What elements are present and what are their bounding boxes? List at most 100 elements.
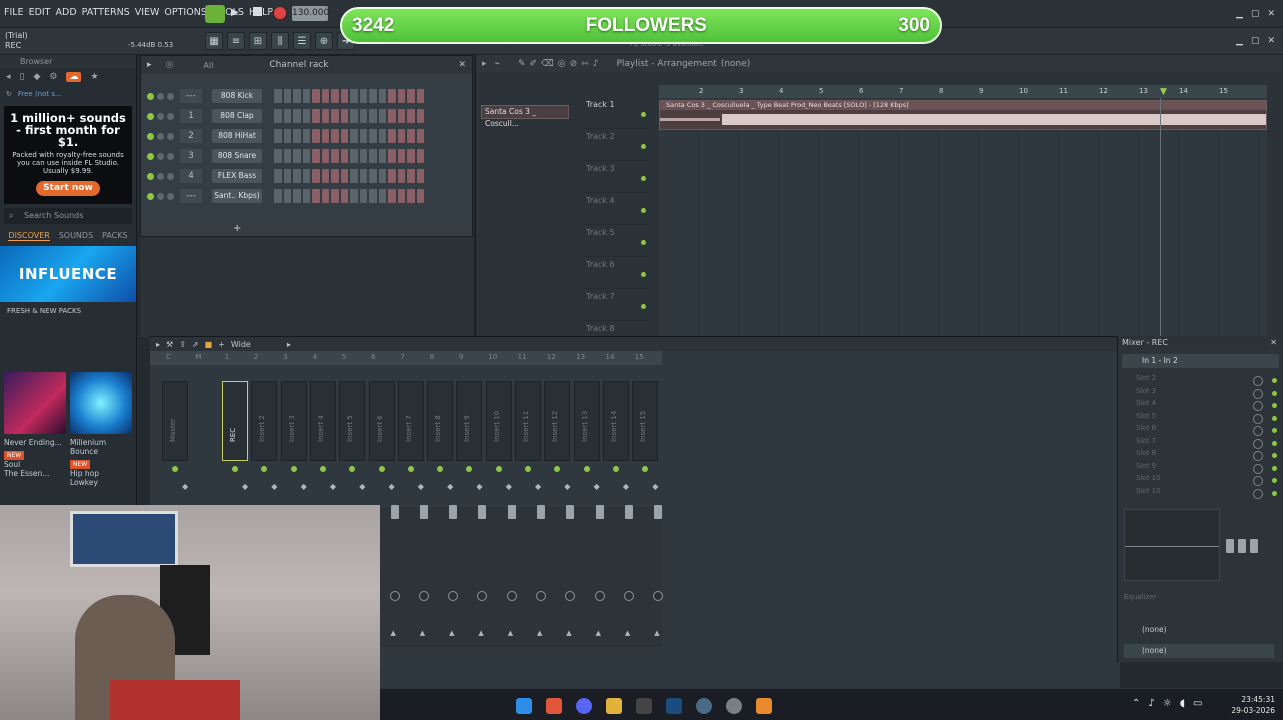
step-button[interactable] — [388, 189, 396, 203]
arrow-right-icon[interactable]: ▸ — [287, 340, 291, 349]
step-button[interactable] — [302, 189, 310, 203]
step-button[interactable] — [283, 169, 291, 183]
step-button[interactable] — [388, 109, 396, 123]
step-button[interactable] — [293, 149, 301, 163]
obs-icon[interactable] — [636, 698, 652, 714]
step-button[interactable] — [397, 109, 405, 123]
effect-slot[interactable]: Slot 3 — [1118, 387, 1283, 400]
step-button[interactable] — [274, 189, 282, 203]
snap-icon[interactable]: ⌁ — [495, 59, 500, 69]
track-header[interactable]: Track 6 — [584, 258, 648, 289]
equalizer-graph[interactable] — [1124, 509, 1220, 581]
volume-fader[interactable] — [390, 505, 399, 519]
step-button[interactable] — [407, 149, 415, 163]
step-button[interactable] — [350, 129, 358, 143]
effect-slot[interactable]: Slot 5 — [1118, 412, 1283, 425]
pan-knob[interactable] — [389, 591, 400, 601]
step-button[interactable] — [321, 189, 329, 203]
stereo-separation-icon[interactable]: ◆ — [271, 482, 277, 491]
volume-fader[interactable] — [595, 505, 604, 519]
settings-icon[interactable]: ■ — [205, 340, 213, 349]
channel-toggle-icon[interactable] — [157, 152, 164, 160]
mixer-strip-led[interactable] — [232, 466, 238, 472]
mixer-strip-led[interactable] — [612, 466, 619, 472]
track-led[interactable] — [641, 272, 646, 277]
pan-knob[interactable] — [594, 591, 605, 601]
channel-controls[interactable] — [147, 172, 174, 180]
mixer-strip-led[interactable] — [261, 466, 268, 472]
effect-slot[interactable]: Slot 10 — [1118, 487, 1283, 500]
mixer-strip[interactable]: Insert 15 — [632, 381, 659, 472]
channel-toggle-icon[interactable] — [157, 172, 164, 180]
channel-toggle-icon[interactable] — [167, 152, 174, 160]
step-button[interactable] — [283, 109, 291, 123]
channel-toggle-icon[interactable] — [167, 132, 174, 140]
volume-fader[interactable] — [507, 505, 516, 519]
track-led[interactable] — [641, 304, 646, 309]
mixer-strip[interactable]: Insert 2 — [251, 381, 278, 472]
step-button[interactable] — [359, 89, 367, 103]
step-button[interactable] — [331, 89, 339, 103]
steam-icon[interactable] — [666, 698, 682, 714]
step-button[interactable] — [350, 189, 358, 203]
mixer-strip[interactable]: Insert 7 — [397, 381, 424, 472]
step-button[interactable] — [359, 129, 367, 143]
playlist-view-button[interactable]: ▦ — [205, 32, 223, 50]
channel-name-button[interactable]: 808 Kick — [212, 89, 262, 103]
pattern-picker-item[interactable]: Santa Cos 3 _ Coscull... — [481, 105, 569, 128]
route-arrow-icon[interactable]: ▲ — [391, 629, 396, 637]
swing-icon[interactable]: ◎ — [166, 60, 174, 70]
step-button[interactable] — [359, 149, 367, 163]
route-arrow-icon[interactable]: ▲ — [478, 629, 483, 637]
channel-toggle-icon[interactable] — [167, 112, 174, 120]
mixer-strip[interactable]: Insert 10 — [485, 381, 512, 472]
effect-slot[interactable]: Slot 4 — [1118, 399, 1283, 412]
effect-slot[interactable]: Slot 8 — [1118, 449, 1283, 462]
volume-fader[interactable] — [449, 505, 458, 519]
channel-led-icon[interactable] — [147, 172, 154, 180]
menu-view[interactable]: VIEW — [135, 7, 160, 18]
effect-slot[interactable]: Slot 9 — [1118, 462, 1283, 475]
track-header[interactable]: Track 7 — [584, 290, 648, 321]
plugin-icon[interactable]: ◆ — [33, 72, 40, 82]
track-led[interactable] — [641, 208, 646, 213]
maximize-icon[interactable]: ▢ — [1251, 9, 1260, 19]
channel-controls[interactable] — [147, 152, 174, 160]
link-icon[interactable]: ⇗ — [192, 340, 199, 349]
step-button[interactable] — [340, 129, 348, 143]
mixer-strip[interactable]: Insert 8 — [427, 381, 454, 472]
stereo-separation-icon[interactable]: ◆ — [182, 482, 188, 491]
route-arrow-icon[interactable]: ▲ — [625, 629, 630, 637]
back-icon[interactable]: ◂ — [6, 72, 11, 82]
free-label[interactable]: Free (not s... — [18, 90, 62, 98]
step-button[interactable] — [274, 109, 282, 123]
audio-clip[interactable]: Santa Cos 3 _ Cosculluela _ Type Beat Pr… — [659, 100, 1267, 130]
app-close-icon[interactable]: ✕ — [1267, 36, 1275, 46]
step-button[interactable] — [340, 89, 348, 103]
step-button[interactable] — [321, 149, 329, 163]
step-button[interactable] — [397, 189, 405, 203]
step-button[interactable] — [359, 189, 367, 203]
step-button[interactable] — [416, 129, 424, 143]
gear-icon[interactable]: ⚙ — [49, 72, 57, 82]
channel-name-button[interactable]: 808 Clap — [212, 109, 262, 123]
mixer-strip[interactable]: Insert 12 — [544, 381, 571, 472]
step-button[interactable] — [369, 109, 377, 123]
step-button[interactable] — [293, 189, 301, 203]
close-icon[interactable]: ✕ — [1267, 9, 1275, 19]
tab-sounds[interactable]: SOUNDS — [59, 231, 93, 241]
mixer-strip-led[interactable] — [407, 466, 414, 472]
mixer-strip[interactable]: Insert 4 — [309, 381, 336, 472]
volume-fader[interactable] — [419, 505, 428, 519]
app-minimize-icon[interactable]: ▁ — [1236, 36, 1243, 46]
step-button[interactable] — [331, 109, 339, 123]
track-header[interactable]: Track 4 — [584, 194, 648, 225]
step-button[interactable] — [331, 189, 339, 203]
channel-rack-button[interactable]: ⊞ — [249, 32, 267, 50]
file-icon[interactable]: ▯ — [20, 72, 25, 82]
mixer-strip-led[interactable] — [172, 466, 178, 472]
step-button[interactable] — [293, 169, 301, 183]
tools-icon[interactable]: ⚒ — [166, 340, 173, 349]
step-button[interactable] — [378, 109, 386, 123]
step-button[interactable] — [397, 169, 405, 183]
